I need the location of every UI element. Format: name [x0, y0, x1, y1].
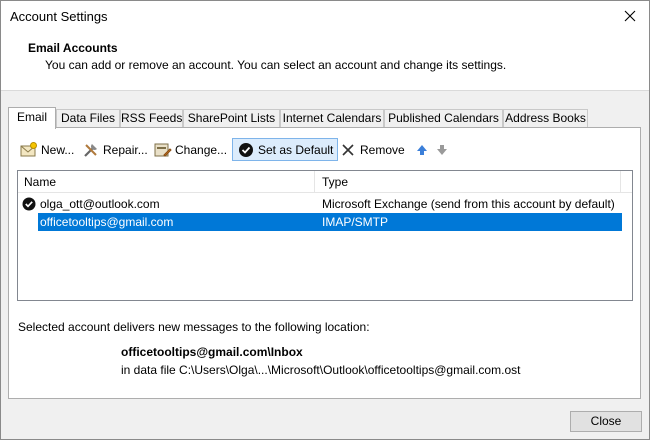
tools-icon: [82, 141, 100, 159]
account-name: olga_ott@outlook.com: [40, 197, 160, 211]
set-as-default-button[interactable]: Set as Default: [232, 138, 339, 161]
repair-button[interactable]: Repair...: [82, 138, 148, 161]
tab-internet-calendars[interactable]: Internet Calendars: [280, 109, 384, 128]
set-as-default-label: Set as Default: [258, 142, 334, 157]
account-type: Microsoft Exchange (send from this accou…: [322, 197, 615, 211]
change-button-label: Change...: [175, 142, 228, 157]
tab-rss-feeds[interactable]: RSS Feeds: [120, 109, 183, 128]
new-account-button[interactable]: New...: [20, 138, 74, 161]
list-header: Name Type: [18, 171, 632, 193]
title-bar: Account Settings: [1, 1, 649, 31]
header-description: You can add or remove an account. You ca…: [45, 58, 507, 72]
new-button-label: New...: [41, 142, 75, 157]
remove-x-icon: [339, 141, 357, 159]
remove-button-label: Remove: [360, 142, 405, 157]
edit-account-icon: [154, 141, 172, 159]
tab-data-files[interactable]: Data Files: [56, 109, 120, 128]
header-title: Email Accounts: [28, 41, 118, 55]
window-title: Account Settings: [10, 9, 108, 24]
remove-button[interactable]: Remove: [339, 138, 405, 161]
column-header-name[interactable]: Name: [18, 171, 315, 193]
delivery-folder: officetooltips@gmail.com\Inbox: [121, 345, 303, 359]
arrow-down-icon: [433, 141, 451, 159]
close-button[interactable]: Close: [570, 411, 642, 432]
accounts-list[interactable]: Name Type olga_ott@outlook.com Microsoft…: [17, 170, 633, 301]
move-up-button[interactable]: [413, 138, 431, 161]
tab-email[interactable]: Email: [8, 107, 56, 129]
delivery-location-label: Selected account delivers new messages t…: [18, 320, 370, 334]
new-mail-icon: [20, 141, 38, 159]
column-header-type[interactable]: Type: [316, 171, 621, 193]
checkmark-circle-icon: [237, 141, 255, 159]
account-settings-dialog: Account Settings Email Accounts You can …: [0, 0, 650, 440]
tab-sharepoint-lists[interactable]: SharePoint Lists: [183, 109, 280, 128]
account-name: officetooltips@gmail.com: [40, 215, 174, 229]
close-window-icon[interactable]: [619, 5, 641, 27]
email-tab-panel: New... Repair... Change... Set as Defaul…: [8, 127, 641, 399]
move-down-button[interactable]: [433, 138, 451, 161]
repair-button-label: Repair...: [103, 142, 148, 157]
account-row[interactable]: olga_ott@outlook.com Microsoft Exchange …: [18, 195, 622, 213]
arrow-up-icon: [413, 141, 431, 159]
account-row-selected[interactable]: officetooltips@gmail.com IMAP/SMTP: [18, 213, 622, 231]
delivery-data-file-path: in data file C:\Users\Olga\...\Microsoft…: [121, 363, 521, 377]
account-type: IMAP/SMTP: [322, 215, 389, 229]
dialog-header: Email Accounts You can add or remove an …: [1, 31, 649, 91]
change-button[interactable]: Change...: [154, 138, 227, 161]
tab-published-calendars[interactable]: Published Calendars: [384, 109, 503, 128]
tab-address-books[interactable]: Address Books: [503, 109, 588, 128]
